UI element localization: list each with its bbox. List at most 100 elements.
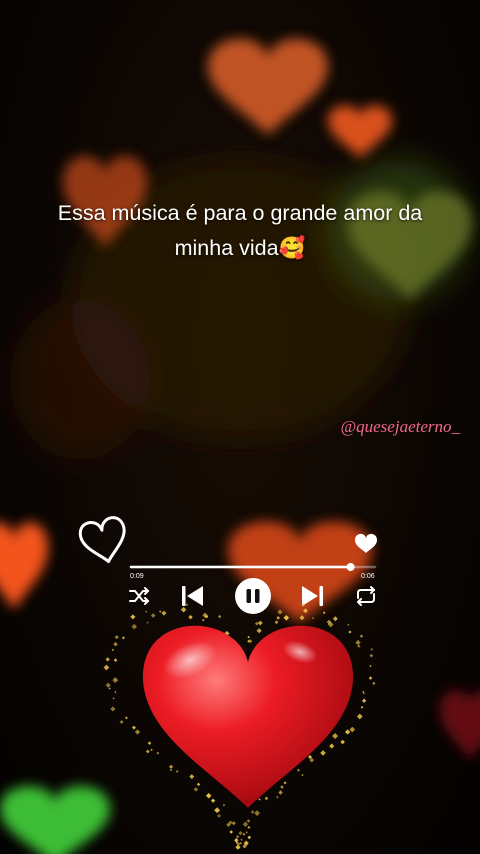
sparkle [348, 630, 352, 634]
sparkle [150, 613, 156, 618]
sparkle [258, 798, 261, 801]
sparkle [303, 608, 308, 614]
sparkle [296, 768, 301, 772]
sparkle [188, 614, 193, 620]
sparkle [229, 830, 233, 834]
sparkle [217, 813, 222, 818]
sparkle [147, 741, 152, 745]
sparkle [372, 681, 376, 685]
sparkle [159, 610, 162, 613]
sparkle [320, 750, 326, 756]
sparkle [124, 716, 128, 720]
sparkle [254, 810, 260, 816]
sparkle [301, 773, 304, 777]
sparkle [257, 620, 263, 626]
sparkle [283, 781, 287, 785]
sparkle [247, 835, 252, 840]
sparkle [369, 665, 372, 668]
sparkle [145, 749, 150, 754]
sparkle [369, 653, 374, 658]
sparkle [248, 639, 253, 644]
sparkle [276, 795, 279, 799]
sparkle [264, 796, 269, 801]
sparkle [332, 616, 338, 622]
sparkle [131, 623, 137, 630]
sparkle [242, 821, 249, 827]
red-heart-icon [103, 602, 376, 850]
sparkle [359, 634, 364, 638]
sparkle [150, 748, 153, 752]
sparkle [238, 830, 243, 836]
sparkle [110, 706, 116, 712]
sparkle [311, 617, 315, 620]
sparkle [254, 621, 259, 626]
sparkle [370, 647, 374, 651]
sparkle [274, 620, 279, 625]
sparkle [247, 825, 251, 829]
sparkle [360, 705, 364, 709]
sparkle [214, 807, 221, 814]
sparkle [247, 635, 250, 639]
sparkle [112, 677, 119, 683]
sparkle [246, 819, 251, 823]
sparkle [105, 657, 110, 662]
sparkle [240, 838, 243, 841]
sparkle [175, 770, 179, 773]
sparkle [256, 628, 262, 634]
sparkle [361, 698, 367, 703]
sparkle [113, 641, 118, 647]
sparkle [210, 798, 216, 803]
sparkle [114, 691, 117, 694]
sparkle [146, 621, 149, 624]
sparkle [357, 644, 361, 648]
sparkle [355, 639, 361, 646]
sparkle [119, 720, 124, 724]
sparkle [196, 782, 201, 787]
sparkle [217, 614, 222, 619]
sparkle [180, 606, 187, 613]
sparkle [145, 610, 148, 613]
sparkle [222, 803, 226, 807]
sparkle [103, 664, 110, 671]
sparkle [368, 676, 373, 680]
sparkle [121, 636, 126, 640]
sparkle [301, 602, 306, 607]
sparkle [322, 611, 326, 614]
sparkle [205, 793, 212, 799]
sparkle [112, 697, 115, 700]
sparkle [235, 835, 240, 839]
sparkle [278, 790, 283, 795]
sparkle [201, 618, 205, 622]
sparkle [130, 614, 136, 620]
sparkle [234, 838, 239, 843]
sparkle [111, 648, 115, 652]
sparkle [329, 743, 335, 749]
sparkle [250, 810, 255, 814]
sparkle [245, 831, 248, 834]
sparkle [283, 615, 290, 621]
sparkle [276, 615, 281, 620]
sparkle [161, 610, 167, 616]
sparkle [277, 609, 283, 615]
sparkle [332, 733, 339, 740]
sparkle [156, 751, 160, 755]
sparkle [299, 615, 305, 621]
sparkle [356, 713, 363, 720]
sparkle [235, 844, 241, 850]
sparkle [193, 787, 199, 792]
sparkle [340, 739, 345, 745]
sparkle [242, 832, 246, 836]
sparkle [113, 658, 118, 662]
sparkle [231, 821, 236, 826]
sparkle [169, 764, 174, 769]
sparkle [108, 687, 111, 690]
sparkle [345, 729, 351, 735]
sparkle [349, 726, 356, 733]
sparkle [185, 603, 189, 606]
sparkle [169, 768, 173, 772]
sparkle [280, 785, 284, 789]
sparkle [131, 725, 136, 730]
sparkle [347, 623, 350, 626]
sparkle [114, 635, 119, 640]
video-frame: Essa música é para o grande amor da minh… [0, 0, 480, 854]
